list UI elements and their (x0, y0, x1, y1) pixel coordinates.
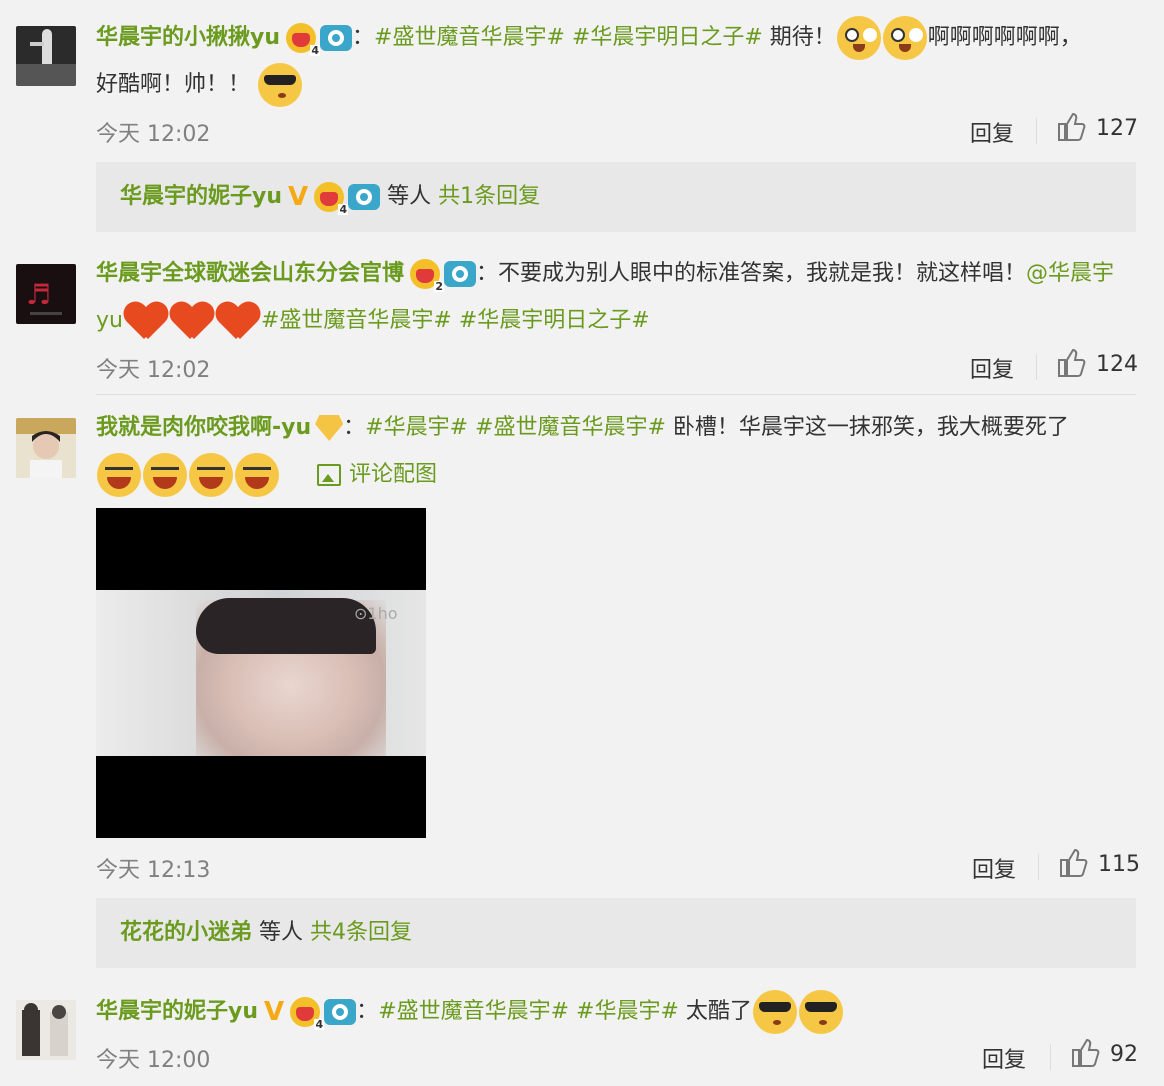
comment-body: 我就是肉你咬我啊-yu ：#华晨宇# #盛世魔音华晨宇# 卧槽！华晨宇这一抹邪笑，… (96, 404, 1136, 498)
hashtag-link[interactable]: #盛世魔音华晨宇# (374, 25, 565, 50)
heart-emoji-icon (124, 301, 168, 341)
heart-emoji-icon (170, 301, 214, 341)
reply-count-link[interactable]: 共1条回复 (438, 184, 540, 209)
like-count: 127 (1096, 116, 1138, 141)
username-link[interactable]: 我就是肉你咬我啊-yu (96, 415, 311, 440)
laughing-emoji-icon (189, 453, 233, 497)
reply-mid-text: 等人 (387, 184, 432, 209)
hashtag-link[interactable]: #华晨宇# (365, 415, 468, 440)
laughing-emoji-icon (235, 453, 279, 497)
svg-text:♬: ♬ (26, 278, 51, 311)
thumbs-up-icon[interactable] (1056, 346, 1086, 380)
reply-username[interactable]: 花花的小迷弟 (120, 920, 252, 945)
laughing-emoji-icon (143, 453, 187, 497)
timestamp: 今天 12:13 (96, 858, 211, 883)
comment-meta: 今天 12:02 回复 127 (96, 110, 1138, 150)
timestamp: 今天 12:00 (96, 1048, 211, 1073)
comment-body: 华晨宇全球歌迷会山东分会官博 2 ：不要成为别人眼中的标准答案，我就是我！就这样唱！… (96, 250, 1136, 344)
camera-badge-icon (324, 999, 357, 1025)
reply-button[interactable]: 回复 (970, 116, 1014, 148)
divider (1036, 118, 1037, 144)
comment-meta: 今天 12:02 回复 124 (96, 346, 1138, 386)
user-avatar[interactable] (16, 1000, 76, 1060)
comment-meta: 今天 12:00 回复 92 (96, 1036, 1138, 1076)
comment-meta: 今天 12:13 回复 115 (96, 846, 1140, 886)
reply-mid-text: 等人 (259, 920, 304, 945)
hashtag-link[interactable]: #华晨宇明日之子# (572, 25, 763, 50)
thumbs-up-icon[interactable] (1070, 1036, 1100, 1070)
like-count: 124 (1096, 352, 1138, 377)
reply-button[interactable]: 回复 (972, 852, 1016, 884)
comment-photo-thumbnail[interactable]: ⊙1ho (96, 508, 426, 838)
timestamp: 今天 12:02 (96, 122, 211, 147)
hashtag-link[interactable]: #盛世魔音华晨宇# (261, 308, 452, 333)
comment-text: 啊啊啊啊啊啊， (927, 25, 1082, 50)
comment-text: 期待！ (769, 25, 836, 50)
member-crown-icon: 4 (314, 182, 349, 215)
comment-divider (96, 394, 1136, 395)
comment-photo-link[interactable]: 评论配图 (317, 462, 437, 487)
comment-body: 华晨宇的妮子yu V 4 ：#盛世魔音华晨宇# #华晨宇# 太酷了 (96, 988, 1136, 1036)
verified-v-icon: V (264, 996, 285, 1027)
member-crown-icon: 4 (286, 23, 321, 56)
username-link[interactable]: 华晨宇全球歌迷会山东分会官博 (96, 261, 404, 286)
divider (1038, 854, 1039, 880)
vip-badge-icon (315, 415, 344, 441)
image-icon (317, 464, 341, 486)
hashtag-link[interactable]: #华晨宇明日之子# (459, 308, 650, 333)
comment-text: 卧槽！华晨宇这一抹邪笑，我大概要死了 (672, 415, 1069, 440)
verified-v-icon: V (288, 182, 309, 212)
username-link[interactable]: 华晨宇的妮子yu (96, 999, 258, 1024)
divider (1036, 354, 1037, 380)
like-count: 115 (1098, 852, 1140, 877)
reply-summary[interactable]: 花花的小迷弟 等人 共4条回复 (96, 898, 1136, 968)
cool-emoji-icon (798, 990, 843, 1034)
comment-text: 不要成为别人眼中的标准答案，我就是我！就这样唱！ (498, 261, 1027, 286)
comment-text: 好酷啊！帅！！ (96, 72, 251, 97)
hashtag-link[interactable]: #盛世魔音华晨宇# (475, 415, 666, 440)
reply-count-link[interactable]: 共4条回复 (310, 920, 412, 945)
surprised-emoji-icon (882, 16, 927, 60)
username-link[interactable]: 华晨宇的小揪揪yu (96, 25, 280, 50)
surprised-emoji-icon (836, 16, 881, 60)
divider (1050, 1044, 1051, 1070)
user-avatar[interactable]: ♬ (16, 264, 76, 324)
camera-badge-icon (320, 25, 353, 51)
reply-button[interactable]: 回复 (982, 1042, 1026, 1074)
cool-emoji-icon (258, 63, 303, 107)
camera-badge-icon (348, 184, 381, 210)
user-avatar[interactable] (16, 26, 76, 86)
watermark: ⊙1ho (354, 604, 398, 623)
laughing-emoji-icon (97, 453, 141, 497)
comment-body: 华晨宇的小揪揪yu 4 ：#盛世魔音华晨宇# #华晨宇明日之子# 期待！ 啊啊啊啊啊啊… (96, 14, 1136, 108)
user-avatar[interactable] (16, 418, 76, 478)
member-crown-icon: 2 (410, 259, 445, 292)
comment-text: 太酷了 (685, 999, 752, 1024)
hashtag-link[interactable]: #华晨宇# (576, 999, 679, 1024)
thumbs-up-icon[interactable] (1058, 846, 1088, 880)
timestamp: 今天 12:02 (96, 358, 211, 383)
reply-summary[interactable]: 华晨宇的妮子yu V 4 等人 共1条回复 (96, 162, 1136, 232)
camera-badge-icon (444, 261, 477, 287)
heart-emoji-icon (216, 301, 260, 341)
reply-username[interactable]: 华晨宇的妮子yu (120, 184, 282, 209)
member-crown-icon: 4 (290, 997, 325, 1030)
thumbs-up-icon[interactable] (1056, 110, 1086, 144)
like-count: 92 (1110, 1042, 1138, 1067)
cool-emoji-icon (752, 990, 797, 1034)
reply-button[interactable]: 回复 (970, 352, 1014, 384)
hashtag-link[interactable]: #盛世魔音华晨宇# (378, 999, 569, 1024)
